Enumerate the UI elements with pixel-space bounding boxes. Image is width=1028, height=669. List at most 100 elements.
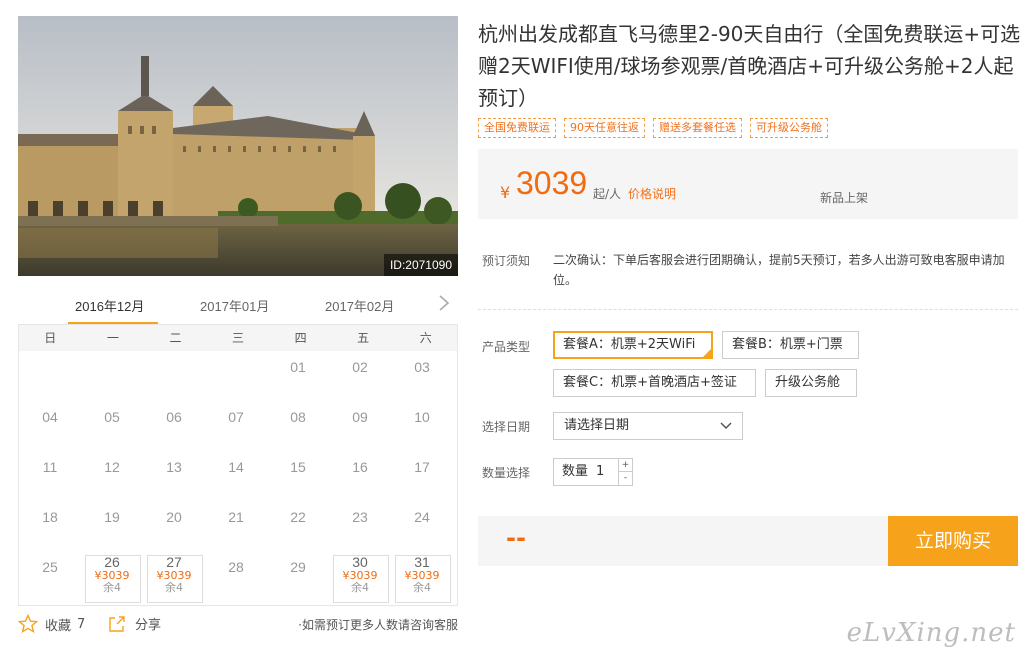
calendar-weekday-header: 日 一 二 三 四 五 六 <box>19 325 457 351</box>
calendar-day-available[interactable]: 27 ¥3039 余4 <box>143 551 205 603</box>
calendar-month-tabs: 2016年12月 2017年01月 2017年02月 <box>18 290 458 324</box>
tag-badge: 90天任意往返 <box>564 118 645 138</box>
calendar-day: 22 <box>267 501 329 551</box>
day-number: 15 <box>290 459 306 475</box>
favorite-label: 收藏 <box>45 618 72 634</box>
action-bar: 收藏 7 分享 ·如需预订更多人数请咨询客服 <box>18 614 458 636</box>
calendar-day: 20 <box>143 501 205 551</box>
quantity-value: 1 <box>596 464 605 479</box>
star-icon <box>18 614 38 634</box>
calendar-day-available[interactable]: 26 ¥3039 余4 <box>81 551 143 603</box>
chevron-down-icon <box>720 413 732 448</box>
package-option-a[interactable]: 套餐A：机票+2天WiFi <box>553 331 713 359</box>
product-title: 杭州出发成都直飞马德里2-90天自由行（全国免费联运+可选赠2天WIFI使用/球… <box>478 22 1021 110</box>
section-divider <box>478 309 1018 310</box>
upgrade-business-option[interactable]: 升级公务舱 <box>765 369 857 397</box>
calendar-day: 19 <box>81 501 143 551</box>
weekday-label: 四 <box>294 331 307 345</box>
product-photo: ID:2071090 <box>18 16 458 276</box>
day-number: 05 <box>104 409 120 425</box>
share-icon <box>109 615 125 632</box>
day-number: 20 <box>166 509 182 525</box>
calendar-day: 21 <box>205 501 267 551</box>
day-number: 19 <box>104 509 120 525</box>
day-number: 03 <box>414 359 430 375</box>
day-number: 21 <box>228 509 244 525</box>
monastery-illustration <box>18 16 458 276</box>
price-panel: ¥ 3039 起/人 价格说明 新品上架 <box>478 149 1018 219</box>
calendar-day: 28 <box>205 551 267 601</box>
calendar-day: 07 <box>205 401 267 451</box>
product-tags: 全国免费联运 90天任意往返 赠送多套餐任选 可升级公务舱 <box>478 118 828 138</box>
weekday-label: 二 <box>169 331 182 345</box>
calendar-day: 03 <box>391 351 453 401</box>
calendar-day: 14 <box>205 451 267 501</box>
quantity-stepper[interactable]: 数量 1 + - <box>553 458 633 486</box>
calendar-day: 23 <box>329 501 391 551</box>
day-number: 29 <box>290 559 306 575</box>
calendar-day: 10 <box>391 401 453 451</box>
booking-note: ·如需预订更多人数请咨询客服 <box>298 618 458 632</box>
day-number: 12 <box>104 459 120 475</box>
day-stock: 余4 <box>413 581 431 594</box>
calendar-day: 16 <box>329 451 391 501</box>
buy-now-button[interactable]: 立即购买 <box>888 516 1018 566</box>
weekday-label: 三 <box>232 331 245 345</box>
calendar-week-row: 11 12 13 14 15 16 17 <box>19 451 457 501</box>
notice-text: 二次确认：下单后客服会进行团期确认，提前5天预订，若多人出游可致电客服申请加位。 <box>553 253 1005 287</box>
tag-badge: 可升级公务舱 <box>750 118 828 138</box>
day-number: 11 <box>42 459 58 475</box>
day-number: 09 <box>352 409 368 425</box>
product-type-label: 产品类型 <box>482 340 531 354</box>
quantity-label: 数量选择 <box>482 466 531 480</box>
quantity-increase-button[interactable]: + <box>618 459 632 472</box>
calendar-day: 12 <box>81 451 143 501</box>
favorite-button[interactable]: 收藏 7 <box>18 614 85 634</box>
date-select[interactable]: 请选择日期 <box>553 412 743 440</box>
day-number: 22 <box>290 509 306 525</box>
day-number: 04 <box>42 409 58 425</box>
calendar-day: 08 <box>267 401 329 451</box>
price-explain-link[interactable]: 价格说明 <box>628 185 676 202</box>
day-number: 30 <box>352 554 368 570</box>
day-number: 07 <box>228 409 244 425</box>
share-button[interactable]: 分享 <box>108 614 161 633</box>
calendar-day: 25 <box>19 551 81 601</box>
calendar-week-row: 18 19 20 21 22 23 24 <box>19 501 457 551</box>
weekday-label: 六 <box>419 331 432 345</box>
package-option-c[interactable]: 套餐C：机票+首晚酒店+签证 <box>553 369 756 397</box>
calendar-day-available[interactable]: 30 ¥3039 余4 <box>329 551 391 603</box>
price-unit: 起/人 <box>593 187 622 201</box>
day-number: 08 <box>290 409 306 425</box>
calendar-day: 15 <box>267 451 329 501</box>
calendar-day <box>81 351 143 401</box>
calendar-day: 01 <box>267 351 329 401</box>
site-watermark: eLvXing.net <box>846 618 1016 648</box>
calendar-day: 29 <box>267 551 329 601</box>
calendar-day: 11 <box>19 451 81 501</box>
tab-month-1[interactable]: 2016年12月 <box>75 296 144 315</box>
tab-month-3[interactable]: 2017年02月 <box>325 296 394 315</box>
calendar-day <box>205 351 267 401</box>
calendar-week-row: 01 02 03 <box>19 351 457 401</box>
day-number: 18 <box>42 509 58 525</box>
calendar-week-row: 25 26 ¥3039 余4 27 ¥3039 余4 28 29 30 ¥3039 余4 31 ¥3039… <box>19 551 457 603</box>
calendar-day <box>143 351 205 401</box>
tag-badge: 全国免费联运 <box>478 118 556 138</box>
calendar-day: 18 <box>19 501 81 551</box>
tab-month-2[interactable]: 2017年01月 <box>200 296 269 315</box>
day-number: 27 <box>166 554 182 570</box>
calendar-day-available[interactable]: 31 ¥3039 余4 <box>391 551 453 603</box>
quantity-decrease-button[interactable]: - <box>618 472 632 485</box>
day-number: 25 <box>42 559 58 575</box>
day-stock: 余4 <box>103 581 121 594</box>
chevron-right-icon[interactable] <box>438 294 450 317</box>
notice-label: 预订须知 <box>482 254 531 268</box>
price-value: 3039 <box>516 165 588 201</box>
day-number: 13 <box>166 459 182 475</box>
package-option-b[interactable]: 套餐B：机票+门票 <box>722 331 859 359</box>
buy-bar: -- 立即购买 <box>478 516 1018 566</box>
calendar-day: 05 <box>81 401 143 451</box>
quantity-prefix: 数量 <box>562 464 589 479</box>
day-stock: 余4 <box>165 581 183 594</box>
